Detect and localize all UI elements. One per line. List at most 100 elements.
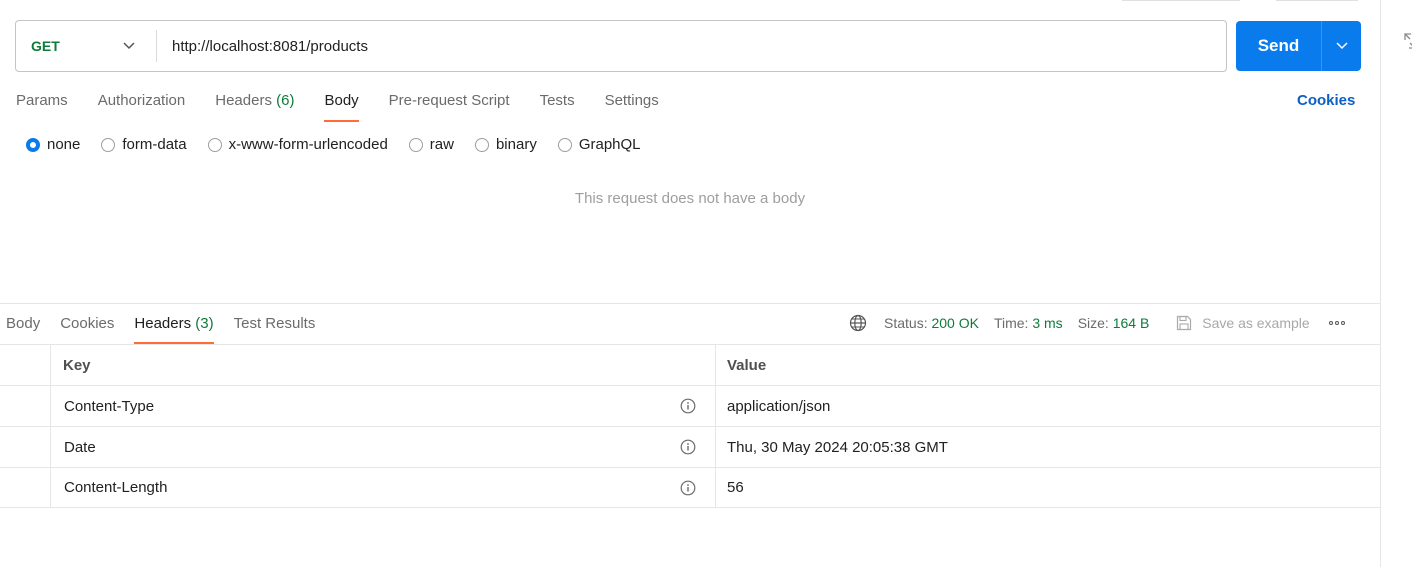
row-gutter bbox=[0, 345, 51, 385]
header-key: Content-Length bbox=[64, 479, 168, 496]
row-gutter bbox=[0, 386, 51, 426]
tab-label: Headers bbox=[134, 315, 192, 332]
request-tabs: Params Authorization Headers (6) Body Pr… bbox=[16, 88, 689, 122]
radio-label: x-www-form-urlencoded bbox=[228, 136, 388, 153]
tab-label: Settings bbox=[604, 92, 659, 109]
tab-body[interactable]: Body bbox=[324, 88, 359, 122]
tab-pre-request-script[interactable]: Pre-request Script bbox=[389, 88, 510, 122]
row-gutter bbox=[0, 427, 51, 467]
tab-headers[interactable]: Headers (6) bbox=[215, 88, 294, 122]
size-indicator[interactable]: Size: 164 B bbox=[1078, 315, 1150, 331]
status-value: 200 OK bbox=[931, 315, 979, 331]
radio-label: binary bbox=[495, 136, 537, 153]
header-key-cell: Date bbox=[51, 427, 716, 467]
header-value: application/json bbox=[727, 397, 831, 415]
tab-response-cookies[interactable]: Cookies bbox=[60, 311, 114, 344]
info-icon[interactable] bbox=[680, 398, 696, 414]
save-as-example-button[interactable]: Save as example bbox=[1175, 314, 1310, 332]
radio-graphql[interactable]: GraphQL bbox=[557, 136, 641, 153]
tab-label: Params bbox=[16, 92, 68, 109]
size-value: 164 B bbox=[1112, 315, 1150, 331]
tab-count: (3) bbox=[195, 315, 214, 332]
header-value-cell: 56 bbox=[716, 468, 1380, 507]
info-icon[interactable] bbox=[680, 439, 696, 455]
collapse-panel-icon[interactable] bbox=[1403, 32, 1412, 50]
tab-authorization[interactable]: Authorization bbox=[98, 88, 186, 122]
empty-body-message: This request does not have a body bbox=[574, 190, 806, 207]
save-icon bbox=[1177, 315, 1192, 331]
size-label: Size: bbox=[1077, 315, 1109, 331]
more-options-icon[interactable] bbox=[1328, 321, 1345, 325]
tab-label: Body bbox=[6, 315, 41, 332]
chevron-down-icon bbox=[1335, 42, 1348, 50]
chevron-down-icon bbox=[122, 39, 136, 53]
table-row: Content-Length 56 bbox=[0, 467, 1380, 508]
radio-unchecked-icon bbox=[207, 137, 222, 152]
radio-checked-icon bbox=[26, 137, 40, 152]
send-button[interactable]: Send bbox=[1236, 21, 1321, 71]
column-label: Key bbox=[63, 356, 91, 374]
header-key: Date bbox=[64, 438, 96, 456]
table-row: Date Thu, 30 May 2024 20:05:38 GMT bbox=[0, 426, 1380, 467]
tab-label: Headers bbox=[215, 92, 272, 109]
radio-label: raw bbox=[429, 136, 454, 153]
radio-unchecked-icon bbox=[101, 137, 116, 152]
radio-x-www-form-urlencoded[interactable]: x-www-form-urlencoded bbox=[207, 136, 388, 153]
status-label: Status: bbox=[884, 315, 928, 331]
header-value: Thu, 30 May 2024 20:05:38 GMT bbox=[727, 438, 948, 456]
tab-response-body[interactable]: Body bbox=[6, 311, 40, 344]
request-url-bar: GET bbox=[15, 20, 1227, 72]
radio-none[interactable]: none bbox=[26, 136, 80, 153]
time-indicator[interactable]: Time: 3 ms bbox=[994, 315, 1063, 331]
tab-label: Cookies bbox=[60, 315, 115, 332]
header-value-cell: application/json bbox=[716, 386, 1380, 426]
time-label: Time: bbox=[993, 315, 1029, 331]
tab-label: Body bbox=[324, 92, 359, 109]
method-select[interactable]: GET bbox=[16, 21, 156, 71]
url-input[interactable] bbox=[157, 21, 1226, 71]
tab-params[interactable]: Params bbox=[16, 88, 68, 122]
response-divider[interactable] bbox=[0, 303, 1380, 304]
response-tabs: Body Cookies Headers (3) Test Results bbox=[6, 311, 335, 344]
radio-binary[interactable]: binary bbox=[474, 136, 537, 153]
row-gutter bbox=[0, 468, 51, 507]
send-options-button[interactable] bbox=[1322, 21, 1361, 71]
column-header-key: Key bbox=[51, 345, 716, 385]
save-as-example-label: Save as example bbox=[1202, 315, 1310, 331]
response-meta: Status: 200 OK Time: 3 ms Size: 164 B Sa… bbox=[849, 313, 1345, 333]
body-type-radios: none form-data x-www-form-urlencoded raw… bbox=[26, 136, 662, 153]
table-row: Content-Type application/json bbox=[0, 385, 1380, 426]
radio-unchecked-icon bbox=[474, 137, 489, 152]
main-pane: GET Send Params Authorization Headers (6… bbox=[0, 0, 1380, 567]
tab-label: Authorization bbox=[97, 92, 186, 109]
radio-raw[interactable]: raw bbox=[408, 136, 454, 153]
cookies-link[interactable]: Cookies bbox=[1297, 92, 1355, 109]
send-button-group: Send bbox=[1236, 21, 1361, 71]
radio-label: form-data bbox=[122, 136, 187, 153]
header-key-cell: Content-Type bbox=[51, 386, 716, 426]
radio-unchecked-icon bbox=[557, 137, 572, 152]
column-label: Value bbox=[727, 356, 767, 374]
radio-form-data[interactable]: form-data bbox=[101, 136, 187, 153]
header-key: Content-Type bbox=[64, 397, 155, 415]
radio-label: GraphQL bbox=[578, 136, 641, 153]
header-key-cell: Content-Length bbox=[51, 468, 716, 507]
right-sidebar-rail bbox=[1380, 0, 1412, 567]
table-header-row: Key Value bbox=[0, 344, 1380, 385]
column-header-value: Value bbox=[716, 345, 1380, 385]
header-value-cell: Thu, 30 May 2024 20:05:38 GMT bbox=[716, 427, 1380, 467]
tab-settings[interactable]: Settings bbox=[605, 88, 659, 122]
radio-label: none bbox=[47, 136, 81, 153]
tab-count: (6) bbox=[276, 92, 295, 109]
tab-test-results[interactable]: Test Results bbox=[234, 311, 316, 344]
tab-label: Tests bbox=[539, 92, 575, 109]
status-indicator[interactable]: Status: 200 OK bbox=[884, 315, 979, 331]
info-icon[interactable] bbox=[680, 480, 696, 496]
tab-response-headers[interactable]: Headers (3) bbox=[134, 311, 214, 344]
time-value: 3 ms bbox=[1032, 315, 1063, 331]
tab-tests[interactable]: Tests bbox=[540, 88, 575, 122]
globe-icon[interactable] bbox=[849, 314, 867, 332]
response-headers-table: Key Value Content-Type application/json … bbox=[0, 344, 1380, 508]
tab-label: Pre-request Script bbox=[388, 92, 510, 109]
radio-unchecked-icon bbox=[408, 137, 423, 152]
